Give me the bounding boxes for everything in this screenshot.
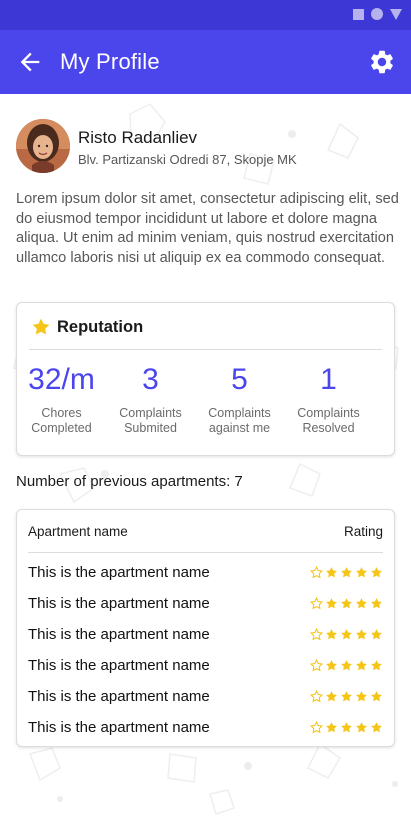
avatar-photo xyxy=(16,119,70,173)
star-outline-icon xyxy=(310,659,323,672)
rating-stars xyxy=(310,597,383,610)
stat-value: 1 xyxy=(320,363,337,396)
stat-value: 32/m xyxy=(28,363,95,396)
stat-label: Complaints against me xyxy=(208,406,271,435)
rating-stars xyxy=(310,566,383,579)
status-bar xyxy=(0,0,411,30)
column-header-name: Apartment name xyxy=(28,524,128,539)
table-row[interactable]: This is the apartment name xyxy=(28,655,383,679)
star-filled-icon xyxy=(341,598,352,609)
reputation-title: Reputation xyxy=(57,317,144,336)
table-row[interactable]: This is the apartment name xyxy=(28,562,383,586)
star-filled-icon xyxy=(371,567,382,578)
settings-button[interactable] xyxy=(368,48,396,76)
apartments-table: Apartment name Rating This is the apartm… xyxy=(16,509,395,747)
star-filled-icon xyxy=(326,722,337,733)
star-outline-icon xyxy=(310,597,323,610)
star-filled-icon xyxy=(326,660,337,671)
divider xyxy=(28,552,383,553)
back-nav-icon xyxy=(390,8,402,20)
star-icon xyxy=(32,318,50,335)
home-icon xyxy=(371,8,383,20)
stat-complaints-submitted[interactable]: 3 Complaints Submited xyxy=(106,363,195,436)
apartment-name: This is the apartment name xyxy=(28,719,210,736)
user-name: Risto Radanliev xyxy=(78,128,198,147)
star-filled-icon xyxy=(356,660,367,671)
stat-chores-completed[interactable]: 32/m Chores Completed xyxy=(17,363,106,436)
star-filled-icon xyxy=(341,660,352,671)
rating-stars xyxy=(310,659,383,672)
stat-value: 3 xyxy=(142,363,159,396)
apartment-name: This is the apartment name xyxy=(28,595,210,612)
user-bio: Lorem ipsum dolor sit amet, consectetur … xyxy=(16,191,399,266)
apartment-name: This is the apartment name xyxy=(28,657,210,674)
stat-label: Chores Completed xyxy=(31,406,92,435)
reputation-stats: 32/m Chores Completed 3 Complaints Submite… xyxy=(17,363,394,436)
star-outline-icon xyxy=(310,566,323,579)
page-title: My Profile xyxy=(60,49,160,74)
stat-complaints-against-me[interactable]: 5 Complaints against me xyxy=(195,363,284,436)
table-header: Apartment name Rating xyxy=(28,524,383,542)
reputation-card: Reputation 32/m Chores Completed 3 Compla… xyxy=(16,302,395,456)
apartment-name: This is the apartment name xyxy=(28,626,210,643)
star-outline-icon xyxy=(310,628,323,641)
stat-label: Complaints Submited xyxy=(119,406,182,435)
gear-icon xyxy=(371,50,393,74)
stat-label: Complaints Resolved xyxy=(297,406,360,435)
star-filled-icon xyxy=(371,660,382,671)
star-outline-icon xyxy=(310,690,323,703)
table-row[interactable]: This is the apartment name xyxy=(28,686,383,710)
table-row[interactable]: This is the apartment name xyxy=(28,593,383,617)
rating-stars xyxy=(310,721,383,734)
star-filled-icon xyxy=(341,722,352,733)
app-bar: My Profile xyxy=(0,30,411,94)
star-filled-icon xyxy=(371,691,382,702)
rating-stars xyxy=(310,690,383,703)
star-filled-icon xyxy=(326,598,337,609)
reputation-header: Reputation xyxy=(31,317,143,337)
stat-value: 5 xyxy=(231,363,248,396)
rating-stars xyxy=(310,628,383,641)
star-filled-icon xyxy=(356,598,367,609)
avatar[interactable] xyxy=(16,119,70,173)
star-filled-icon xyxy=(371,598,382,609)
user-address: Blv. Partizanski Odredi 87, Skopje MK xyxy=(78,152,297,167)
arrow-left-icon xyxy=(20,52,40,72)
star-filled-icon xyxy=(341,691,352,702)
table-row[interactable]: This is the apartment name xyxy=(28,717,383,741)
stat-complaints-resolved[interactable]: 1 Complaints Resolved xyxy=(284,363,373,436)
back-button[interactable] xyxy=(16,48,44,76)
star-filled-icon xyxy=(356,629,367,640)
star-filled-icon xyxy=(371,722,382,733)
star-filled-icon xyxy=(371,629,382,640)
recent-apps-icon xyxy=(353,8,364,20)
apartment-name: This is the apartment name xyxy=(28,688,210,705)
divider xyxy=(29,349,382,350)
star-outline-icon xyxy=(310,721,323,734)
star-filled-icon xyxy=(356,691,367,702)
star-filled-icon xyxy=(326,567,337,578)
star-filled-icon xyxy=(341,629,352,640)
star-filled-icon xyxy=(326,629,337,640)
apartment-name: This is the apartment name xyxy=(28,564,210,581)
star-filled-icon xyxy=(341,567,352,578)
star-filled-icon xyxy=(326,691,337,702)
star-filled-icon xyxy=(356,567,367,578)
star-filled-icon xyxy=(356,722,367,733)
column-header-rating: Rating xyxy=(343,524,383,539)
previous-apartments-count: Number of previous apartments: 7 xyxy=(16,473,243,490)
table-row[interactable]: This is the apartment name xyxy=(28,624,383,648)
